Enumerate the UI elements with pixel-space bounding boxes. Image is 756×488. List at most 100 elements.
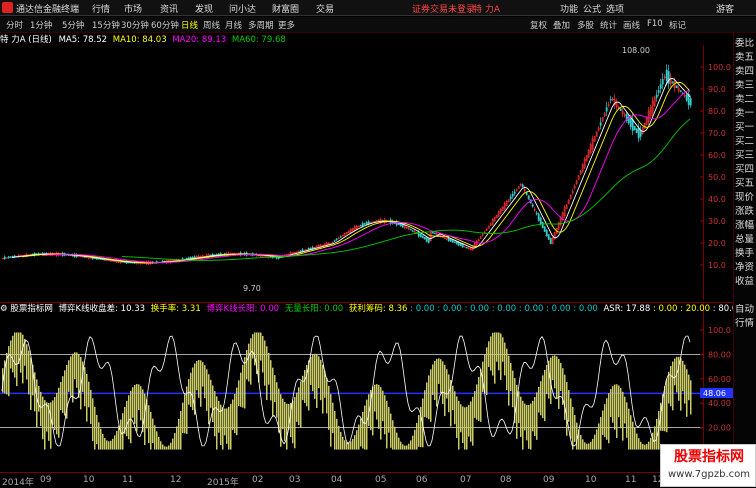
candle-body (539, 217, 542, 225)
side-tab-3[interactable]: 卖三 (735, 80, 756, 92)
candle-body (511, 193, 514, 197)
f10-button[interactable]: F10 (647, 19, 663, 29)
ind-bar (244, 357, 246, 409)
stock-label: 特 力A (473, 5, 501, 15)
ind-bar (238, 380, 240, 406)
period-monthly[interactable]: 月线 (225, 19, 242, 31)
period-tick[interactable]: 分时 (6, 19, 23, 31)
period-weekly[interactable]: 周线 (203, 19, 220, 31)
kline-chart[interactable]: 100.0 90.0 80.0 70.0 60.0 50.0 40.0 30.0 20.0 10.… (0, 33, 733, 300)
ind-bar (312, 354, 314, 392)
ind-zeros: : 0.00 : 0.00 : 0.00 : 0.00 : 0.00 : 0.0… (410, 304, 598, 314)
ind-bar (510, 363, 512, 392)
ma10-value: MA10: 84.03 (112, 35, 167, 45)
ind-bar (336, 418, 338, 450)
draw-button[interactable]: 画线 (623, 19, 640, 31)
side-tab-1[interactable]: 卖五 (735, 52, 756, 64)
side-tab-13[interactable]: 涨幅 (735, 220, 756, 232)
ind-bar (310, 356, 312, 385)
ind-bar (56, 392, 58, 435)
ind-bar (634, 427, 636, 450)
menu-formula[interactable]: 公式 (583, 2, 601, 15)
side-tab-16[interactable]: 净资 (735, 262, 756, 274)
multi-stock-button[interactable]: 多股 (577, 19, 594, 31)
ind-bar (682, 360, 684, 392)
side-tab-4[interactable]: 卖二 (735, 94, 756, 106)
watermark-url: www.7gpzb.com (668, 469, 750, 480)
period-15min[interactable]: 15分钟 (92, 19, 120, 31)
menu-function[interactable]: 功能 (560, 2, 578, 15)
ind-bar (642, 443, 644, 450)
ind-bar (476, 384, 478, 420)
ma20-value: MA20: 89.13 (172, 35, 227, 45)
side-tab-7[interactable]: 买二 (735, 136, 756, 148)
user-label[interactable]: 游客 (716, 2, 734, 15)
indicator-title[interactable]: 股票指标网 (10, 304, 53, 314)
period-daily[interactable]: 日线 (181, 19, 198, 31)
ind-bar (196, 360, 198, 391)
menu-quotes[interactable]: 行情 (92, 2, 110, 15)
menu-trade[interactable]: 交易 (316, 2, 334, 15)
period-30min[interactable]: 30分钟 (121, 19, 149, 31)
menu-market[interactable]: 市场 (124, 2, 142, 15)
ind-bar (130, 390, 132, 444)
period-more[interactable]: 更多 (278, 19, 295, 31)
ind-bar (546, 364, 548, 395)
side-tab-8[interactable]: 买三 (735, 150, 756, 162)
y-tick-label: 70.0 (708, 129, 726, 138)
stats-button[interactable]: 统计 (600, 19, 617, 31)
ind-bar (356, 430, 358, 450)
menu-ask[interactable]: 问小达 (229, 2, 256, 15)
side-tab-18[interactable]: 自动 (735, 304, 756, 316)
restore-button[interactable]: 复权 (530, 19, 547, 31)
ind-bar (30, 357, 32, 410)
side-tab-17[interactable]: 收益 (735, 276, 756, 288)
side-tab-19[interactable]: 行情 (735, 318, 756, 330)
candle-body (633, 126, 636, 131)
candle-body (335, 238, 338, 241)
ind-bar (564, 374, 566, 420)
ind-bar (632, 421, 634, 450)
ind-bar (374, 384, 376, 412)
period-1min[interactable]: 1分钟 (30, 19, 52, 31)
ind-bar (216, 396, 218, 450)
ind-bar (136, 383, 138, 432)
menu-wealth[interactable]: 财富圈 (272, 2, 299, 15)
side-tab-11[interactable]: 现价 (735, 192, 756, 204)
period-5min[interactable]: 5分钟 (62, 19, 84, 31)
period-60min[interactable]: 60分钟 (151, 19, 179, 31)
candle-body (659, 84, 662, 89)
ind-bar (122, 413, 124, 450)
ind-bar (154, 425, 156, 450)
side-tab-2[interactable]: 卖四 (735, 66, 756, 78)
menu-options[interactable]: 选项 (606, 2, 624, 15)
ind-bar (50, 402, 52, 449)
candle-body (455, 241, 458, 245)
ind-bar (650, 437, 652, 450)
side-tab-0[interactable]: 委比 (735, 38, 756, 50)
candle-body (675, 85, 678, 89)
login-notice[interactable]: 证券交易未登录 (412, 2, 475, 15)
side-tab-15[interactable]: 换手 (735, 248, 756, 260)
ind-bar (654, 426, 656, 450)
mark-button[interactable]: 标记 (669, 19, 686, 31)
menu-news[interactable]: 资讯 (160, 2, 178, 15)
side-tab-9[interactable]: 买四 (735, 164, 756, 176)
period-multi[interactable]: 多周期 (248, 19, 274, 31)
ind-bar (164, 446, 166, 450)
indicator-gear-icon[interactable]: ⚙ (0, 304, 8, 314)
indicator-chart[interactable]: 100.0 80.00 60.00 40.00 20.00 48.06 (0, 302, 733, 472)
ind-bar (292, 400, 294, 444)
ind-bar (648, 441, 650, 450)
side-tab-5[interactable]: 卖一 (735, 108, 756, 120)
side-tab-10[interactable]: 买五 (735, 178, 756, 190)
ind-bar (22, 334, 24, 384)
side-tab-12[interactable]: 涨跌 (735, 206, 756, 218)
side-tab-6[interactable]: 买一 (735, 122, 756, 134)
menu-discover[interactable]: 发现 (195, 2, 213, 15)
side-tab-14[interactable]: 总量 (735, 234, 756, 246)
date-label: 10 (585, 475, 597, 485)
candle-body (509, 196, 512, 200)
ind-bar (8, 346, 10, 397)
overlay-button[interactable]: 叠加 (553, 19, 570, 31)
